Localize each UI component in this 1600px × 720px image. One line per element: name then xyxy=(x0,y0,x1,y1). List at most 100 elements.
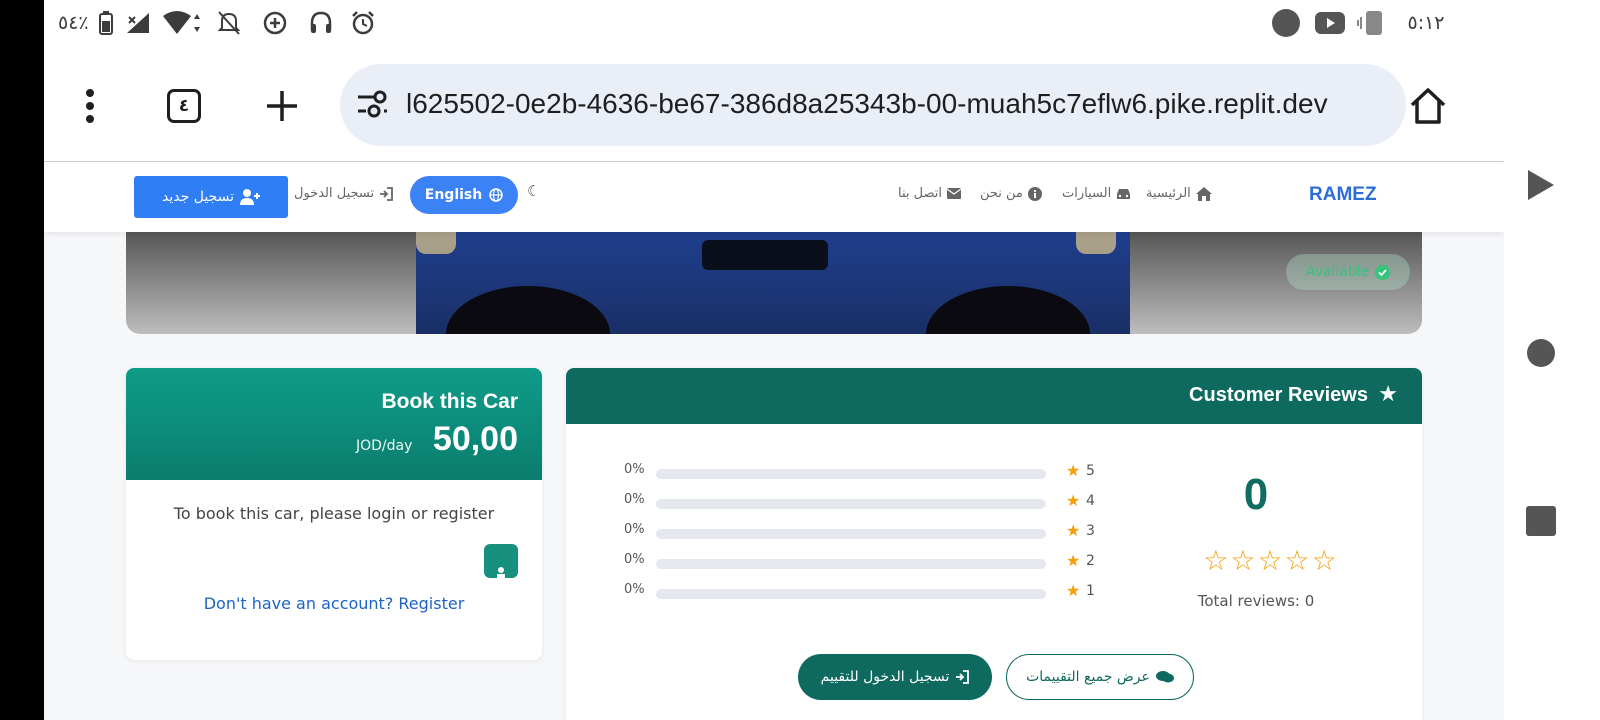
rating-bar xyxy=(656,469,1046,479)
vibrate-icon xyxy=(1356,8,1390,38)
rating-row-4: 0% ★ 4 xyxy=(624,490,1104,514)
sign-in-icon xyxy=(380,186,394,201)
nav-home[interactable]: الرئيسية xyxy=(1146,186,1212,201)
rating-percent: 0% xyxy=(624,492,645,507)
star-icon: ★ xyxy=(1066,491,1081,510)
android-navigation-bar xyxy=(1504,0,1600,720)
sign-in-icon xyxy=(956,670,970,684)
rating-row-3: 0% ★ 3 xyxy=(624,520,1104,544)
nav-cars[interactable]: السيارات xyxy=(1062,186,1131,201)
star-icon: ★ xyxy=(1066,551,1081,570)
login-to-rate-label: تسجيل الدخول للتقييم xyxy=(820,669,950,685)
star-icon: ★ xyxy=(1378,382,1398,407)
star-icon: ★ xyxy=(1066,461,1081,480)
home-circle-icon[interactable] xyxy=(1526,338,1556,372)
nav-about[interactable]: من نحن xyxy=(980,186,1042,201)
star-icon: ★ xyxy=(1066,521,1081,540)
status-bar: ٥٤٪ ٥:١٢ xyxy=(44,0,1504,48)
booking-card-header: Book this Car 50,00 JOD/day xyxy=(126,368,542,480)
login-to-rate-button[interactable]: تسجيل الدخول للتقييم xyxy=(798,654,992,700)
reviews-header: Customer Reviews ★ xyxy=(566,368,1422,424)
booking-title: Book this Car xyxy=(381,390,518,413)
rating-stars-label: 1 xyxy=(1086,583,1095,599)
battery-percent: ٥٤٪ xyxy=(58,12,89,34)
car-detail-page: Available Book this Car 50,00 JOD/day To… xyxy=(44,192,1504,720)
register-link[interactable]: Don't have an account? Register xyxy=(126,594,542,613)
house-icon xyxy=(1195,186,1212,201)
car-icon xyxy=(1117,188,1131,199)
more-menu-button[interactable] xyxy=(62,78,118,134)
dark-mode-toggle-icon[interactable]: ☾ xyxy=(527,182,540,200)
more-vert-icon xyxy=(86,89,94,123)
rating-stars-label: 4 xyxy=(1086,493,1095,509)
star-icon: ★ xyxy=(1066,581,1081,600)
register-button[interactable]: تسجيل جديد xyxy=(134,176,288,218)
new-tab-button[interactable] xyxy=(254,78,310,134)
login-label: تسجيل الدخول xyxy=(294,186,375,201)
rating-row-5: 0% ★ 5 xyxy=(624,460,1104,484)
rating-bar xyxy=(656,499,1046,509)
site-settings-icon[interactable] xyxy=(356,89,388,123)
rating-stars-label: 2 xyxy=(1086,553,1095,569)
rating-bar xyxy=(656,589,1046,599)
booking-price-unit: JOD/day xyxy=(356,438,413,454)
nav-contact-label: اتصل بنا xyxy=(898,186,942,201)
screen: ٥٤٪ ٥:١٢ ٤ l625502-0e2b-4636-be67-386d8a… xyxy=(44,0,1504,720)
rating-bar xyxy=(656,529,1046,539)
nav-cars-label: السيارات xyxy=(1062,186,1112,201)
data-saver-icon xyxy=(260,8,290,38)
battery-icon xyxy=(96,8,116,38)
clock: ٥:١٢ xyxy=(1407,12,1445,34)
globe-icon xyxy=(489,188,503,202)
rating-bar xyxy=(656,559,1046,569)
rating-percent: 0% xyxy=(624,582,645,597)
site-navbar: تسجيل جديد تسجيل الدخول English ☾ اتصل ب… xyxy=(44,162,1504,232)
url-text: l625502-0e2b-4636-be67-386d8a25343b-00-m… xyxy=(406,88,1328,119)
plus-icon xyxy=(267,91,297,121)
language-toggle-button[interactable]: English xyxy=(410,176,518,214)
recents-square-icon[interactable] xyxy=(1526,506,1556,540)
check-circle-icon xyxy=(1375,264,1391,280)
rating-stars-label: 3 xyxy=(1086,523,1095,539)
site-brand[interactable]: RAMEZ xyxy=(1309,184,1377,206)
availability-label: Available xyxy=(1305,264,1370,280)
language-label: English xyxy=(424,187,483,203)
tab-switcher-button[interactable]: ٤ xyxy=(156,78,212,134)
nav-home-label: الرئيسية xyxy=(1146,186,1191,201)
alarm-icon xyxy=(348,8,378,38)
rating-percent: 0% xyxy=(624,462,645,477)
headphones-icon xyxy=(306,8,336,38)
rating-percent: 0% xyxy=(624,522,645,537)
availability-badge: Available xyxy=(1286,254,1410,290)
wifi-icon xyxy=(160,8,204,38)
nav-contact[interactable]: اتصل بنا xyxy=(898,186,961,201)
booking-login-message: To book this car, please login or regist… xyxy=(173,504,495,523)
customer-reviews-card: Customer Reviews ★ 0% ★ 5 0% ★ 4 0% ★ 3 xyxy=(566,368,1422,720)
login-link[interactable]: تسجيل الدخول xyxy=(294,186,394,201)
view-all-reviews-button[interactable]: عرض جميع التقييمات xyxy=(1006,654,1194,700)
info-icon xyxy=(1027,186,1042,201)
rating-row-1: 0% ★ 1 xyxy=(624,580,1104,604)
tab-count: ٤ xyxy=(167,89,201,123)
view-all-reviews-label: عرض جميع التقييمات xyxy=(1026,669,1150,685)
register-label: تسجيل جديد xyxy=(162,189,234,205)
bell-off-icon xyxy=(214,8,244,38)
home-button[interactable] xyxy=(1400,78,1456,134)
youtube-icon xyxy=(1314,8,1346,38)
booking-card: Book this Car 50,00 JOD/day To book this… xyxy=(126,368,542,660)
back-triangle-icon[interactable] xyxy=(1526,168,1556,206)
user-plus-icon xyxy=(239,189,260,205)
cellular-signal-icon xyxy=(124,8,152,38)
nav-about-label: من نحن xyxy=(980,186,1023,201)
user-icon[interactable] xyxy=(484,544,518,578)
average-rating: 0 xyxy=(1243,470,1269,519)
envelope-icon xyxy=(946,188,961,199)
home-icon xyxy=(1410,88,1446,124)
comments-icon xyxy=(1155,671,1174,683)
browser-toolbar: ٤ l625502-0e2b-4636-be67-386d8a25343b-00… xyxy=(44,48,1504,162)
empty-stars-icon: ☆☆☆☆☆ xyxy=(1203,544,1339,577)
rating-row-2: 0% ★ 2 xyxy=(624,550,1104,574)
rating-percent: 0% xyxy=(624,552,645,567)
rating-stars-label: 5 xyxy=(1086,463,1095,479)
url-bar[interactable]: l625502-0e2b-4636-be67-386d8a25343b-00-m… xyxy=(340,64,1406,146)
